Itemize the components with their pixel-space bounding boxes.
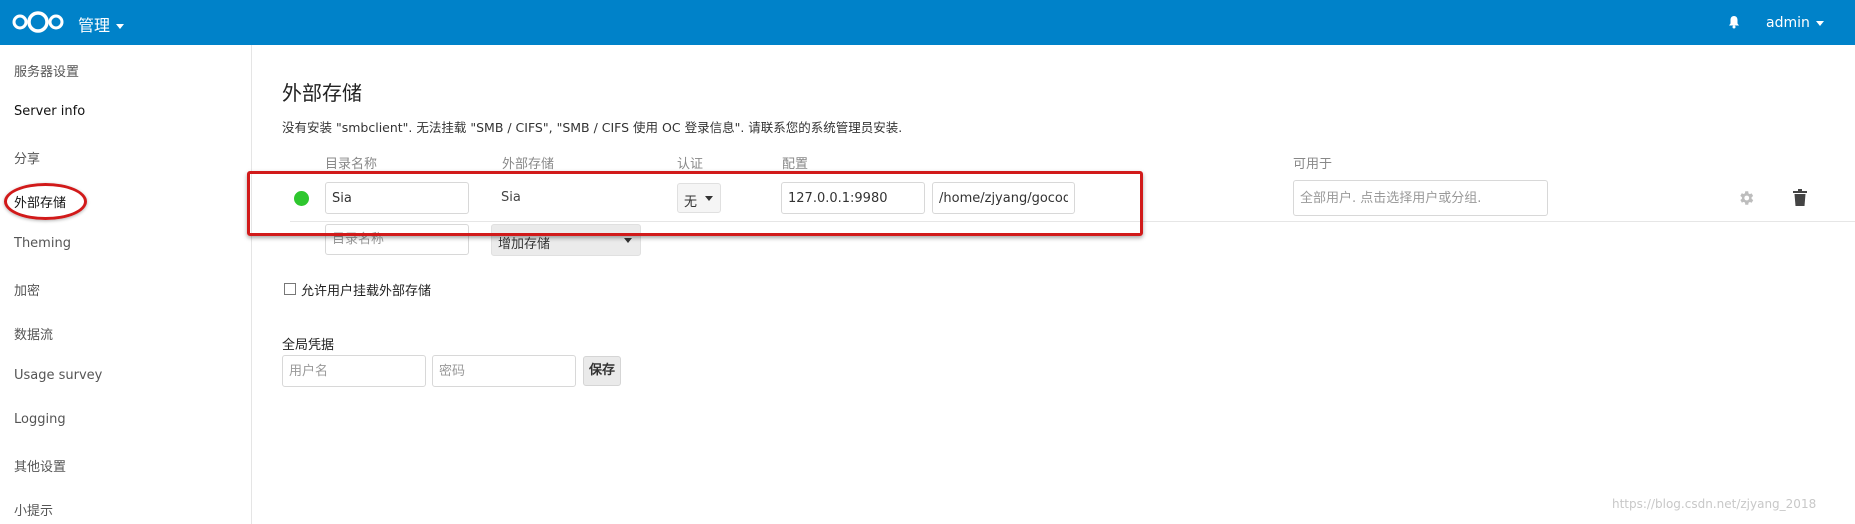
column-header-auth: 认证 (677, 157, 704, 172)
top-header: 管理 admin (0, 0, 1855, 45)
main-content: 外部存储 没有安装 "smbclient". 无法挂载 "SMB / CIFS"… (252, 45, 1855, 524)
sidebar: 服务器设置 Server info 分享 外部存储 Theming 加密 数据流… (0, 45, 252, 524)
sidebar-item-encryption[interactable]: 加密 (14, 280, 40, 299)
column-header-config: 配置 (782, 157, 809, 172)
gear-icon[interactable] (1737, 189, 1755, 211)
sidebar-item-usage-survey[interactable]: Usage survey (14, 368, 102, 383)
sidebar-item-other-settings[interactable]: 其他设置 (14, 456, 66, 475)
chevron-down-icon (624, 238, 632, 243)
nextcloud-logo-icon[interactable] (11, 10, 65, 38)
chevron-down-icon (1815, 20, 1824, 26)
global-password-input[interactable] (432, 355, 576, 387)
column-header-folder: 目录名称 (325, 157, 378, 172)
sidebar-highlight-annotation (4, 183, 87, 220)
chevron-down-icon (116, 24, 125, 29)
trash-icon[interactable] (1792, 189, 1808, 211)
bell-icon[interactable] (1728, 14, 1740, 33)
sidebar-item-logging[interactable]: Logging (14, 412, 66, 427)
watermark: https://blog.csdn.net/zjyang_2018 (1612, 497, 1817, 511)
app-menu[interactable]: 管理 (78, 12, 125, 36)
mount-row-highlight-annotation (247, 171, 1143, 236)
sidebar-item-workflow[interactable]: 数据流 (14, 324, 53, 343)
smbclient-notice: 没有安装 "smbclient". 无法挂载 "SMB / CIFS", "SM… (282, 120, 903, 135)
available-for-input[interactable] (1293, 180, 1548, 216)
page-title: 外部存储 (282, 81, 362, 105)
sidebar-item-server-info[interactable]: Server info (14, 104, 85, 119)
sidebar-item-theming[interactable]: Theming (14, 236, 71, 251)
user-menu[interactable]: admin (1766, 15, 1824, 31)
global-username-input[interactable] (282, 355, 426, 387)
column-header-external: 外部存储 (502, 157, 555, 172)
allow-user-mount-label[interactable]: 允许用户挂载外部存储 (301, 280, 431, 299)
sidebar-item-sharing[interactable]: 分享 (14, 148, 40, 167)
save-button[interactable]: 保存 (583, 356, 621, 386)
user-name: admin (1766, 15, 1810, 31)
sidebar-item-tips[interactable]: 小提示 (14, 500, 53, 519)
global-credentials-label: 全局凭据 (282, 338, 335, 353)
allow-user-mount-checkbox[interactable] (284, 283, 296, 295)
sidebar-item-server-settings[interactable]: 服务器设置 (14, 61, 79, 80)
column-header-available: 可用于 (1293, 157, 1333, 172)
app-menu-label: 管理 (78, 16, 111, 35)
